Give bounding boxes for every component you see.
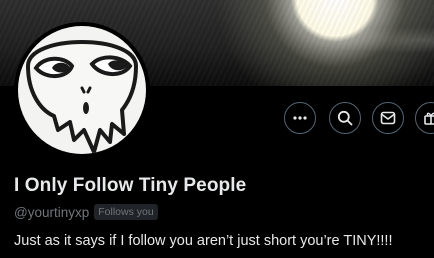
search-button[interactable] [329,102,361,134]
subscribe-button[interactable] [415,102,434,134]
handle-row: @yourtinyxp Follows you [14,203,158,221]
mail-icon [380,110,396,126]
profile-bio: Just as it says if I follow you aren’t j… [14,233,393,249]
avatar-drawing [26,40,138,154]
profile-avatar[interactable] [14,22,150,158]
ellipsis-icon [292,110,308,126]
message-button[interactable] [372,102,404,134]
search-icon [337,110,353,126]
more-button[interactable] [284,102,316,134]
follows-you-badge: Follows you [94,204,158,220]
display-name: I Only Follow Tiny People [14,175,247,196]
avatar-image [18,26,146,154]
user-handle: @yourtinyxp [14,204,90,220]
gift-icon [423,110,434,126]
